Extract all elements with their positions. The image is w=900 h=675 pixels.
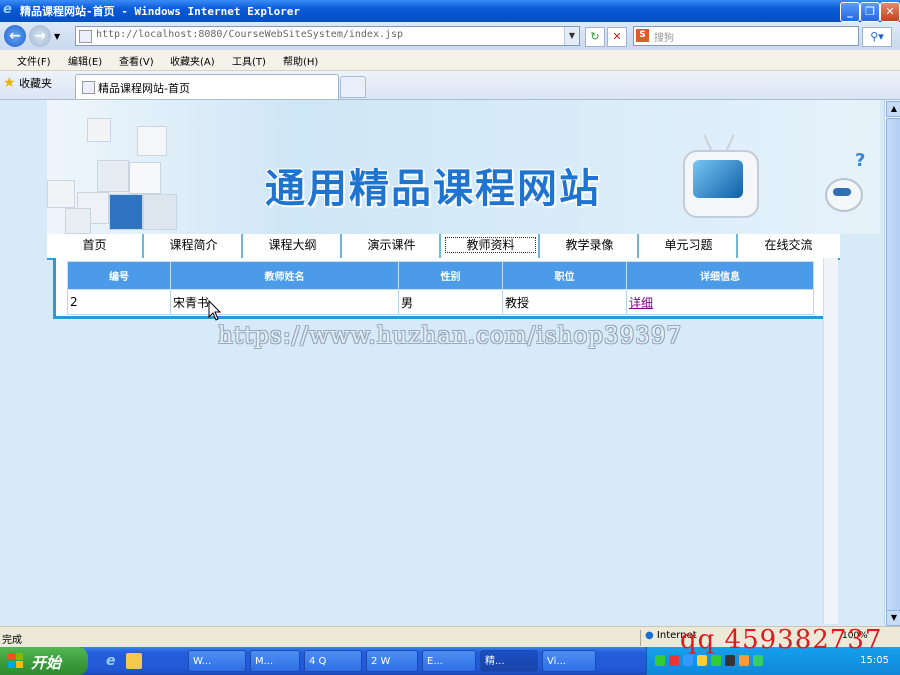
table-row: 2 宋青书 男 教授 详细 bbox=[67, 289, 814, 315]
site-banner: 通用精品课程网站 ? bbox=[47, 100, 880, 234]
scroll-down-icon[interactable]: ▼ bbox=[886, 610, 900, 626]
tray-icon[interactable] bbox=[711, 655, 721, 666]
taskbar-item-7[interactable]: Vi... bbox=[542, 650, 596, 672]
nav-videos[interactable]: 教学录像 bbox=[542, 234, 639, 258]
tray-icon[interactable] bbox=[753, 655, 763, 666]
teacher-table: 编号 教师姓名 性别 职位 详细信息 2 宋青书 男 教授 详细 bbox=[67, 261, 814, 315]
back-button[interactable]: ← bbox=[4, 25, 26, 47]
detail-link[interactable]: 详细 bbox=[629, 296, 653, 310]
taskbar-item-4[interactable]: 2 W bbox=[366, 650, 418, 672]
address-dropdown-icon[interactable]: ▼ bbox=[564, 27, 579, 45]
qq-overlay-text: qq 459382737 bbox=[680, 625, 883, 655]
window-title-bar: e 精品课程网站-首页 - Windows Internet Explorer … bbox=[0, 0, 900, 22]
taskbar-item-2[interactable]: M... bbox=[250, 650, 300, 672]
table-header-row: 编号 教师姓名 性别 职位 详细信息 bbox=[67, 261, 814, 290]
inner-scrollbar[interactable] bbox=[823, 258, 838, 624]
stop-icon[interactable]: ✕ bbox=[607, 27, 627, 47]
header-detail: 详细信息 bbox=[626, 261, 814, 290]
window-title: 精品课程网站-首页 - Windows Internet Explorer bbox=[20, 5, 301, 18]
nav-exercises[interactable]: 单元习题 bbox=[641, 234, 738, 258]
site-nav: 首页 课程简介 课程大纲 演示课件 教师资料 教学录像 单元习题 在线交流 bbox=[47, 234, 840, 260]
tray-icon[interactable] bbox=[697, 655, 707, 666]
page-icon bbox=[79, 30, 92, 43]
nav-syllabus[interactable]: 课程大纲 bbox=[245, 234, 342, 258]
sogou-icon: S bbox=[636, 29, 649, 42]
forward-button[interactable]: → bbox=[29, 25, 51, 47]
taskbar-item-1[interactable]: W... bbox=[188, 650, 246, 672]
tray-icon[interactable] bbox=[725, 655, 735, 666]
taskbar-item-5[interactable]: E... bbox=[422, 650, 476, 672]
page-scrollbar[interactable]: ▲ ▼ bbox=[884, 100, 900, 626]
nav-forum[interactable]: 在线交流 bbox=[740, 234, 837, 258]
close-button[interactable]: ✕ bbox=[880, 2, 900, 22]
scroll-up-icon[interactable]: ▲ bbox=[886, 101, 900, 117]
nav-course-intro[interactable]: 课程简介 bbox=[146, 234, 243, 258]
star-icon: ★ bbox=[3, 75, 16, 91]
menu-edit[interactable]: 编辑(E) bbox=[68, 53, 102, 68]
menu-file[interactable]: 文件(F) bbox=[17, 53, 51, 68]
search-placeholder: 搜狗 bbox=[654, 33, 674, 44]
start-label: 开始 bbox=[31, 654, 62, 672]
globe-icon: ● bbox=[645, 630, 654, 641]
menu-help[interactable]: 帮助(H) bbox=[283, 53, 318, 68]
cell-name: 宋青书 bbox=[170, 289, 399, 315]
refresh-icon[interactable]: ↻ bbox=[585, 27, 605, 47]
header-id: 编号 bbox=[67, 261, 171, 290]
ie-logo-icon: e bbox=[3, 2, 12, 17]
cell-id: 2 bbox=[67, 289, 171, 315]
taskbar-item-3[interactable]: 4 Q bbox=[304, 650, 362, 672]
cell-gender: 男 bbox=[398, 289, 503, 315]
tray-icon[interactable] bbox=[655, 655, 665, 666]
cell-detail: 详细 bbox=[626, 289, 814, 315]
nav-home[interactable]: 首页 bbox=[47, 234, 144, 258]
search-input[interactable]: S 搜狗 bbox=[633, 26, 859, 46]
favorites-label: 收藏夹 bbox=[19, 77, 53, 90]
teacher-table-panel: 编号 教师姓名 性别 职位 详细信息 2 宋青书 男 教授 详细 bbox=[53, 258, 826, 319]
menu-view[interactable]: 查看(V) bbox=[119, 53, 154, 68]
menu-tools[interactable]: 工具(T) bbox=[232, 53, 266, 68]
menu-bar: 文件(F) 编辑(E) 查看(V) 收藏夹(A) 工具(T) 帮助(H) bbox=[0, 50, 900, 71]
scroll-thumb[interactable] bbox=[886, 118, 900, 616]
tray-icon[interactable] bbox=[683, 655, 693, 666]
history-dropdown-icon[interactable]: ▼ bbox=[54, 32, 60, 41]
clock: 15:05 bbox=[860, 655, 889, 666]
header-name: 教师姓名 bbox=[170, 261, 399, 290]
taskbar-item-browser[interactable]: 精... bbox=[480, 650, 538, 672]
favorites-bar: ★ 收藏夹 精品课程网站-首页 bbox=[0, 71, 900, 100]
new-tab-button[interactable] bbox=[340, 76, 366, 98]
start-button[interactable]: 开始 bbox=[0, 647, 88, 675]
search-button[interactable]: ⚲▾ bbox=[862, 27, 892, 47]
address-bar[interactable]: http://localhost:8080/CourseWebSiteSyste… bbox=[75, 26, 580, 46]
nav-teacher-info[interactable]: 教师资料 bbox=[443, 234, 540, 258]
cell-position: 教授 bbox=[502, 289, 627, 315]
menu-favorites[interactable]: 收藏夹(A) bbox=[170, 53, 215, 68]
watermark-text: https://www.huzhan.com/ishop39397 bbox=[218, 323, 683, 349]
tray-icon[interactable] bbox=[739, 655, 749, 666]
folder-quicklaunch-icon[interactable] bbox=[126, 653, 142, 669]
favorites-button[interactable]: ★ 收藏夹 bbox=[3, 75, 52, 93]
address-toolbar: ← → ▼ http://localhost:8080/CourseWebSit… bbox=[0, 22, 900, 51]
site-title: 通用精品课程网站 bbox=[265, 166, 601, 212]
address-url: http://localhost:8080/CourseWebSiteSyste… bbox=[96, 29, 404, 40]
page-content: 通用精品课程网站 ? 首页 课程简介 课程大纲 演示课件 教师资料 教学录像 单… bbox=[0, 100, 884, 626]
header-position: 职位 bbox=[502, 261, 627, 290]
mouse-cursor-icon bbox=[208, 300, 222, 321]
minimize-button[interactable]: _ bbox=[840, 2, 860, 22]
maximize-button[interactable]: ❐ bbox=[860, 2, 880, 22]
status-text: 完成 bbox=[2, 635, 22, 646]
tab-title: 精品课程网站-首页 bbox=[98, 82, 190, 95]
tray-icon[interactable] bbox=[669, 655, 679, 666]
nav-slides[interactable]: 演示课件 bbox=[344, 234, 441, 258]
windows-logo-icon bbox=[8, 653, 23, 668]
header-gender: 性别 bbox=[398, 261, 503, 290]
tab-page-icon bbox=[82, 81, 95, 94]
ie-quicklaunch-icon[interactable]: e bbox=[106, 653, 122, 669]
browser-tab[interactable]: 精品课程网站-首页 bbox=[75, 74, 339, 99]
